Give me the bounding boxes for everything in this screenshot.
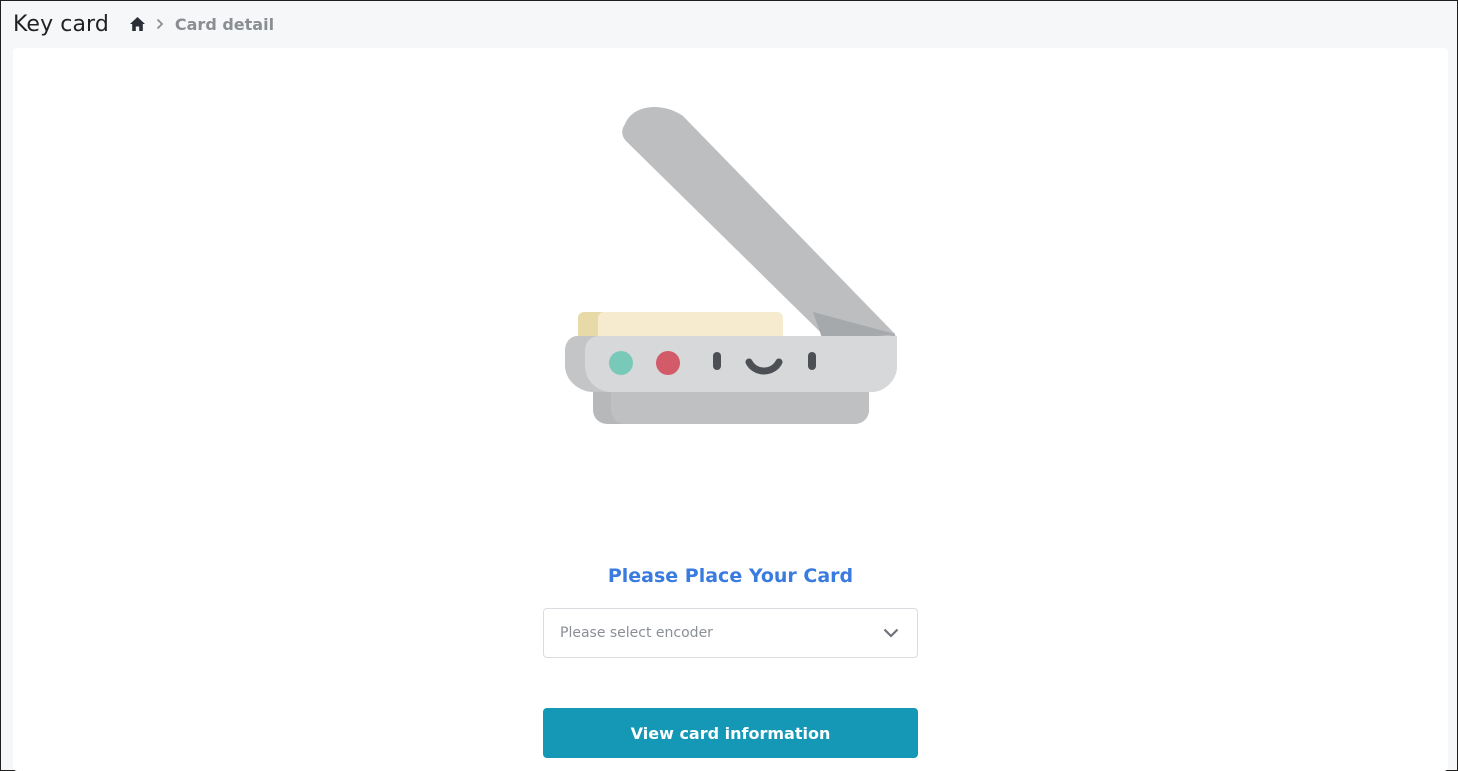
- page-header: Key card Card detail: [13, 7, 274, 41]
- page-title: Key card: [13, 11, 109, 37]
- chevron-down-icon: [883, 627, 901, 639]
- encoder-select-placeholder: Please select encoder: [560, 625, 713, 641]
- place-card-prompt: Please Place Your Card: [607, 565, 854, 587]
- card-scanner-illustration: [563, 104, 913, 434]
- breadcrumb-current: Card detail: [174, 14, 275, 34]
- home-icon[interactable]: [129, 15, 147, 33]
- card-detail-panel: Please Place Your Card Please select enc…: [13, 48, 1448, 771]
- view-card-information-button[interactable]: View card information: [543, 708, 918, 758]
- encoder-select[interactable]: Please select encoder: [543, 608, 918, 658]
- app-frame: Key card Card detail Please Place Your C…: [0, 0, 1458, 771]
- chevron-right-icon: [156, 17, 166, 31]
